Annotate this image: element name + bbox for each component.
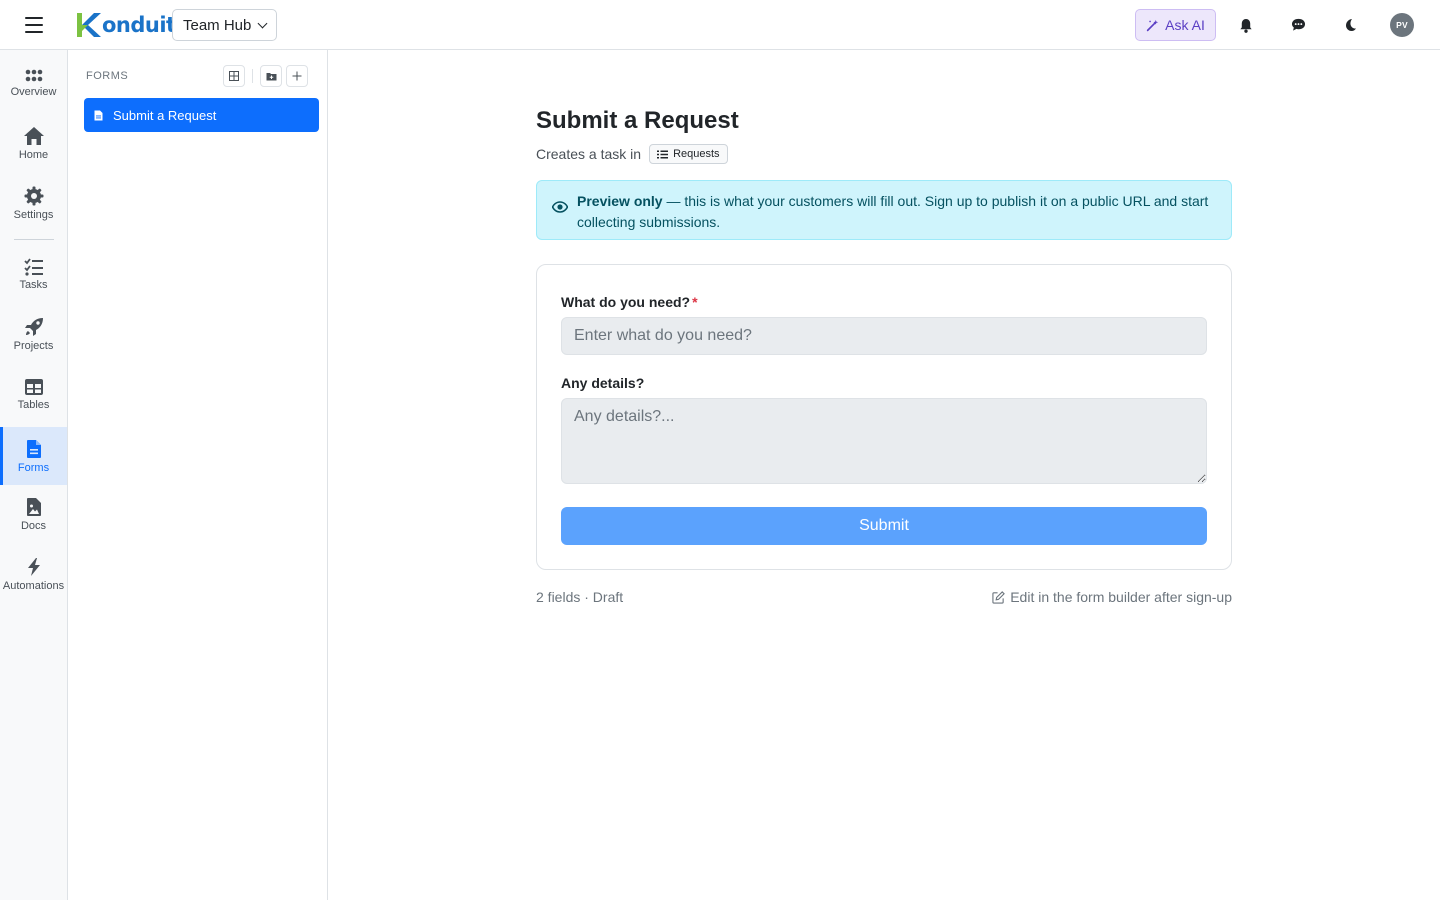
magic-wand-icon bbox=[1146, 19, 1159, 31]
rail-label-settings: Settings bbox=[13, 208, 54, 221]
rail-item-tables[interactable]: Tables bbox=[0, 365, 67, 423]
list-check-icon bbox=[657, 150, 669, 158]
home-icon bbox=[23, 126, 44, 145]
preview-alert: Preview only — this is what your custome… bbox=[536, 180, 1232, 240]
rail-label-projects: Projects bbox=[13, 339, 54, 352]
field1-label-text: What do you need? bbox=[561, 294, 691, 310]
table-icon bbox=[24, 378, 43, 395]
form-target: Creates a task in Requests bbox=[536, 144, 728, 164]
rail-label-docs: Docs bbox=[20, 519, 47, 532]
field2-label: Any details? bbox=[561, 375, 645, 391]
rail-divider bbox=[14, 239, 54, 240]
form-list-item-label: Submit a Request bbox=[113, 107, 217, 123]
form-doc-icon bbox=[26, 439, 41, 458]
form-target-prefix: Creates a task in bbox=[536, 146, 642, 162]
rail-item-projects[interactable]: Projects bbox=[0, 305, 67, 363]
new-folder-button[interactable] bbox=[260, 65, 282, 87]
rail-item-automations[interactable]: Automations bbox=[0, 545, 67, 603]
file-icon bbox=[94, 110, 103, 120]
field1-label: What do you need? * bbox=[561, 294, 698, 310]
edit-form-link[interactable]: Edit in the form builder after sign-up bbox=[992, 589, 1232, 605]
grid-dots-icon bbox=[25, 69, 42, 81]
left-rail: Overview Home Settings Tasks Projects Ta… bbox=[0, 50, 68, 900]
form-meta: 2 fields · Draft bbox=[536, 589, 624, 605]
rail-label-home: Home bbox=[18, 148, 49, 161]
rail-item-tasks[interactable]: Tasks bbox=[0, 245, 67, 303]
menu-icon[interactable] bbox=[24, 15, 44, 35]
avatar[interactable]: PV bbox=[1390, 13, 1414, 37]
edit-form-label: Edit in the form builder after sign-up bbox=[1010, 589, 1232, 605]
rail-item-overview[interactable]: Overview bbox=[0, 54, 67, 112]
bolt-icon bbox=[27, 557, 40, 576]
rail-label-overview: Overview bbox=[10, 85, 57, 98]
plus-icon bbox=[292, 71, 302, 81]
ask-ai-label: Ask AI bbox=[1165, 17, 1205, 33]
edit-icon bbox=[992, 590, 1006, 604]
workspace-label: Team Hub bbox=[183, 16, 252, 34]
required-marker: * bbox=[692, 294, 698, 310]
logo[interactable]: onduit bbox=[74, 11, 176, 39]
panel-title: FORMS bbox=[86, 70, 129, 82]
add-form-button[interactable] bbox=[286, 65, 308, 87]
what-do-you-need-input[interactable] bbox=[561, 317, 1207, 355]
eye-icon bbox=[552, 201, 568, 213]
checklist-icon bbox=[23, 257, 43, 276]
rail-label-forms: Forms bbox=[17, 461, 50, 474]
ask-ai-button[interactable]: Ask AI bbox=[1135, 9, 1216, 41]
bell-icon[interactable] bbox=[1235, 14, 1257, 36]
page-title: Submit a Request bbox=[536, 107, 739, 134]
moon-icon[interactable] bbox=[1339, 14, 1361, 36]
chat-icon[interactable] bbox=[1287, 14, 1309, 36]
gear-icon bbox=[24, 186, 43, 205]
rail-label-automations: Automations bbox=[2, 579, 65, 592]
grid-view-button[interactable] bbox=[223, 65, 245, 87]
alert-text: — this is what your customers will fill … bbox=[577, 193, 1209, 230]
rail-label-tasks: Tasks bbox=[19, 278, 48, 291]
target-badge[interactable]: Requests bbox=[649, 144, 728, 164]
rail-item-settings[interactable]: Settings bbox=[0, 174, 67, 232]
forms-panel: FORMS Submit a Request bbox=[68, 50, 328, 900]
rail-label-tables: Tables bbox=[17, 398, 50, 411]
workspace-switcher[interactable]: Team Hub bbox=[172, 9, 278, 41]
details-textarea[interactable] bbox=[561, 398, 1207, 484]
top-bar: onduit Team Hub Ask AI PV bbox=[0, 0, 1440, 50]
panel-button-separator bbox=[252, 69, 253, 83]
rail-item-forms[interactable]: Forms bbox=[0, 427, 67, 485]
form-list-item[interactable]: Submit a Request bbox=[84, 98, 319, 132]
form-card: What do you need?* Any details? Submit bbox=[536, 264, 1232, 570]
chevron-down-icon bbox=[257, 18, 268, 28]
rocket-icon bbox=[24, 317, 43, 336]
target-badge-label: Requests bbox=[673, 148, 720, 160]
rail-item-home[interactable]: Home bbox=[0, 114, 67, 172]
folder-plus-icon bbox=[266, 72, 276, 80]
logo-text: onduit bbox=[102, 13, 176, 37]
submit-button[interactable]: Submit bbox=[561, 507, 1207, 545]
logo-k-icon bbox=[77, 13, 101, 37]
alert-strong: Preview only bbox=[577, 193, 663, 209]
rail-item-docs[interactable]: Docs bbox=[0, 485, 67, 543]
grid-icon bbox=[229, 71, 239, 81]
doc-image-icon bbox=[26, 497, 41, 516]
